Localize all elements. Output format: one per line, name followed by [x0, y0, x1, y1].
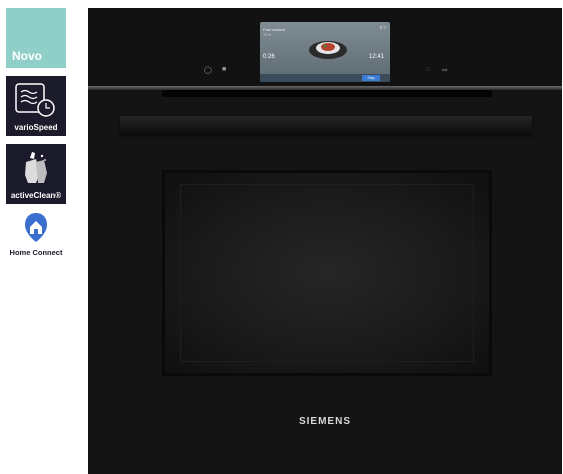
variospeed-badge: varioSpeed: [6, 76, 66, 136]
touch-display[interactable]: Fast cooked 10 % ⚲ ≡ 0:26 12:41 Stop: [260, 22, 390, 82]
door-window: [162, 170, 492, 376]
display-time-left: 0:26: [263, 54, 275, 60]
display-stop-button[interactable]: Stop: [362, 75, 380, 81]
power-icon[interactable]: ◯: [204, 66, 212, 74]
arrow-icon[interactable]: ⇨: [442, 66, 448, 74]
activeclean-label: activeClean®: [10, 191, 62, 200]
door-handle[interactable]: [120, 116, 532, 134]
display-title: Fast cooked: [263, 27, 285, 32]
variospeed-label: varioSpeed: [14, 123, 58, 132]
door-inner-frame: [180, 184, 474, 362]
variospeed-icon: [15, 83, 55, 117]
display-time-right: 12:41: [368, 54, 384, 60]
control-panel: ◯ ■ ◌ ⇨ Fast cooked 10 % ⚲ ≡ 0:26 12:41 …: [88, 8, 562, 88]
home-connect-icon: [25, 213, 47, 242]
homeconnect-badge: Home Connect: [2, 212, 70, 260]
novo-label: Novo: [12, 49, 42, 63]
dish-image: [309, 41, 347, 59]
display-subtitle: 10 %: [263, 33, 271, 37]
glove-icon: [25, 152, 47, 183]
oven: ◯ ■ ◌ ⇨ Fast cooked 10 % ⚲ ≡ 0:26 12:41 …: [88, 8, 562, 474]
display-status: ⚲ ≡: [379, 25, 386, 30]
light-icon[interactable]: ◌: [426, 66, 430, 73]
novo-badge: Novo: [6, 8, 66, 68]
vent-slot: [162, 90, 492, 97]
menu-icon[interactable]: ■: [222, 66, 226, 73]
brand-logo: SIEMENS: [298, 416, 351, 427]
homeconnect-label: Home Connect: [9, 248, 63, 257]
activeclean-badge: activeClean®: [6, 144, 66, 204]
